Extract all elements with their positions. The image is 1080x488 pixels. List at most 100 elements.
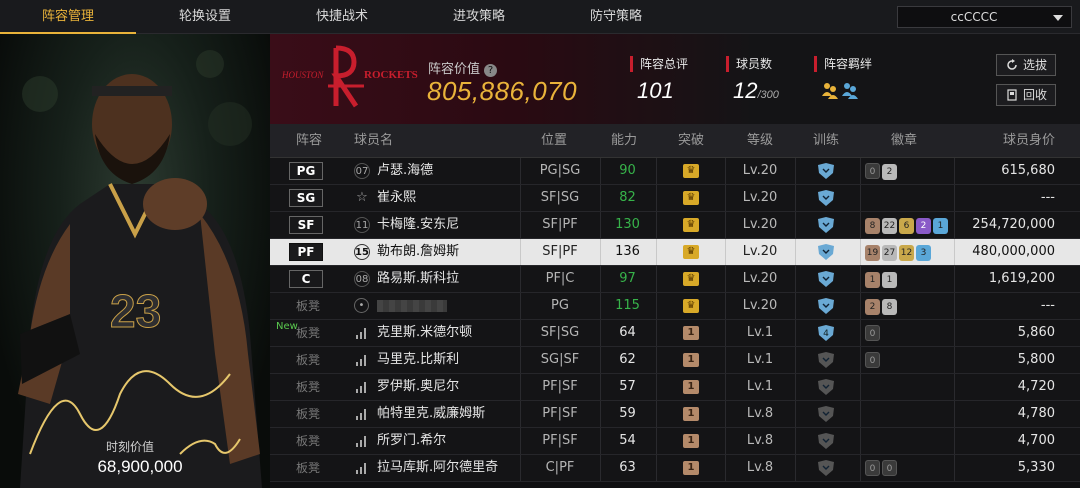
breakthrough-level-badge[interactable]: 1 [683, 461, 699, 475]
crown-icon[interactable]: ♛ [683, 164, 699, 178]
badge: 22 [882, 218, 897, 234]
table-row[interactable]: 板凳 • PG 115 ♛ Lv.20 2 8 --- [270, 293, 1080, 320]
slot-position[interactable]: PF [289, 243, 323, 261]
col-ability[interactable]: 能力 [611, 124, 637, 158]
slot-position[interactable]: SF [289, 216, 323, 234]
slot-bench[interactable]: 板凳 [296, 455, 320, 481]
team-select[interactable]: ccCCCC [897, 6, 1072, 28]
breakthrough-level-badge[interactable]: 1 [683, 380, 699, 394]
slot-bench[interactable]: 板凳 [296, 374, 320, 400]
training-shield-icon[interactable] [817, 352, 835, 368]
badge-list[interactable]: 11 [865, 271, 899, 288]
badge-list[interactable]: 19 27 12 3 [865, 244, 933, 261]
divider [954, 347, 955, 373]
tab-quick-tactics[interactable]: 快捷战术 [274, 0, 410, 34]
col-training[interactable]: 训练 [813, 124, 839, 158]
player-name[interactable]: 帕特里克.威廉姆斯 [377, 401, 485, 427]
player-name[interactable]: 崔永熙 [377, 185, 416, 211]
training-shield-icon[interactable] [817, 244, 835, 260]
badge-list[interactable]: 02 [865, 163, 899, 180]
roster-table: 阵容 球员名 位置 能力 突破 等级 训练 徽章 球员身价 PG 07 卢瑟.海德 P… [270, 124, 1080, 488]
crown-icon[interactable]: ♛ [683, 218, 699, 232]
training-shield-icon[interactable] [817, 190, 835, 206]
slot-bench[interactable]: 板凳 [296, 293, 320, 319]
divider [954, 185, 955, 211]
training-shield-icon[interactable] [817, 406, 835, 422]
pick-button[interactable]: 选拔 [996, 54, 1056, 76]
training-shield-icon[interactable]: 4 [817, 325, 835, 341]
col-position[interactable]: 位置 [541, 124, 567, 158]
slot-position[interactable]: PG [289, 162, 323, 180]
col-name[interactable]: 球员名 [354, 124, 393, 158]
breakthrough-level-badge[interactable]: 1 [683, 434, 699, 448]
crown-icon[interactable]: ♛ [683, 299, 699, 313]
tab-offense[interactable]: 进攻策略 [411, 0, 547, 34]
breakthrough-level-badge[interactable]: 1 [683, 407, 699, 421]
player-name[interactable]: 路易斯.斯科拉 [377, 266, 459, 292]
table-row[interactable]: 板凳 马里克.比斯利 SG|SF 62 1 Lv.1 0 5,800 [270, 347, 1080, 374]
player-name[interactable]: 克里斯.米德尔顿 [377, 320, 472, 346]
slot-bench[interactable]: 板凳 [296, 401, 320, 427]
table-row[interactable]: C 08 路易斯.斯科拉 PF|C 97 ♛ Lv.20 1 1 1,619,200 [270, 266, 1080, 293]
table-row[interactable]: 板凳 拉马库斯.阿尔德里奇 C|PF 63 1 Lv.8 0 0 5,330 [270, 455, 1080, 482]
divider [860, 185, 861, 211]
player-name[interactable]: 罗伊斯.奥尼尔 [377, 374, 459, 400]
breakthrough-level-badge[interactable]: 1 [683, 353, 699, 367]
tab-defense[interactable]: 防守策略 [548, 0, 684, 34]
slot-bench[interactable]: 板凳 [296, 320, 320, 346]
divider [954, 401, 955, 427]
training-shield-icon[interactable] [817, 433, 835, 449]
training-shield-icon[interactable] [817, 460, 835, 476]
slot-position[interactable]: SG [289, 189, 323, 207]
col-level[interactable]: 等级 [747, 124, 773, 158]
table-row[interactable]: 板凳 罗伊斯.奥尼尔 PF|SF 57 1 Lv.1 4,720 [270, 374, 1080, 401]
badge-list[interactable]: 28 [865, 298, 899, 315]
badge-list[interactable]: 00 [865, 460, 899, 476]
tab-lineup[interactable]: 阵容管理 [0, 0, 136, 34]
col-value[interactable]: 球员身价 [1003, 124, 1055, 158]
training-shield-icon[interactable] [817, 217, 835, 233]
table-row[interactable]: SG ☆ 崔永熙 SF|SG 82 ♛ Lv.20 --- [270, 185, 1080, 212]
player-value: 5,330 [1017, 460, 1055, 475]
recycle-button[interactable]: 回收 [996, 84, 1056, 106]
badge: 8 [865, 218, 880, 234]
table-row[interactable]: SF 11 卡梅隆.安东尼 SF|PF 130 ♛ Lv.20 8 22 6 2 1 254,720,0… [270, 212, 1080, 239]
player-name[interactable]: 拉马库斯.阿尔德里奇 [377, 455, 498, 481]
player-level: Lv.20 [742, 298, 778, 313]
badge-list[interactable]: 0 [865, 352, 882, 368]
table-row[interactable]: 板凳 帕特里克.威廉姆斯 PF|SF 59 1 Lv.8 4,780 [270, 401, 1080, 428]
crown-icon[interactable]: ♛ [683, 245, 699, 259]
badge-list[interactable]: 0 [865, 325, 882, 341]
player-card[interactable]: 23 时刻价值 68,900,000 [0, 34, 270, 488]
divider [656, 428, 657, 454]
training-shield-icon[interactable] [817, 379, 835, 395]
player-level: Lv.1 [746, 379, 774, 394]
player-name[interactable]: 所罗门.希尔 [377, 428, 446, 454]
divider [656, 239, 657, 265]
breakthrough-level-badge[interactable]: 1 [683, 326, 699, 340]
col-badges[interactable]: 徽章 [891, 124, 917, 158]
table-row[interactable]: PG 07 卢瑟.海德 PG|SG 90 ♛ Lv.20 0 2 615,680 [270, 158, 1080, 185]
slot-bench[interactable]: 板凳 [296, 347, 320, 373]
divider [954, 320, 955, 346]
table-row[interactable]: 板凳 所罗门.希尔 PF|SF 54 1 Lv.8 4,700 [270, 428, 1080, 455]
badge-list[interactable]: 8 22 6 2 1 [865, 217, 950, 234]
table-row[interactable]: 板凳 New 克里斯.米德尔顿 SF|SG 64 1 Lv.1 4 0 5,860 [270, 320, 1080, 347]
slot-bench[interactable]: 板凳 [296, 428, 320, 454]
player-name[interactable]: 勒布朗.詹姆斯 [377, 239, 459, 265]
col-breakthrough[interactable]: 突破 [678, 124, 704, 158]
player-name[interactable]: 马里克.比斯利 [377, 347, 459, 373]
player-name[interactable]: 卡梅隆.安东尼 [377, 212, 459, 238]
table-row[interactable]: PF 15 勒布朗.詹姆斯 SF|PF 136 ♛ Lv.20 19 27 12 3 480,000,… [270, 239, 1080, 266]
training-shield-icon[interactable] [817, 298, 835, 314]
col-slot[interactable]: 阵容 [296, 124, 322, 158]
bond-icons[interactable] [820, 80, 860, 100]
training-shield-icon[interactable] [817, 163, 835, 179]
crown-icon[interactable]: ♛ [683, 191, 699, 205]
player-name[interactable]: 卢瑟.海德 [377, 158, 433, 184]
tab-rotation[interactable]: 轮换设置 [137, 0, 273, 34]
training-shield-icon[interactable] [817, 271, 835, 287]
slot-position[interactable]: C [289, 270, 323, 288]
crown-icon[interactable]: ♛ [683, 272, 699, 286]
bond-label: 阵容羁绊 [814, 56, 872, 72]
